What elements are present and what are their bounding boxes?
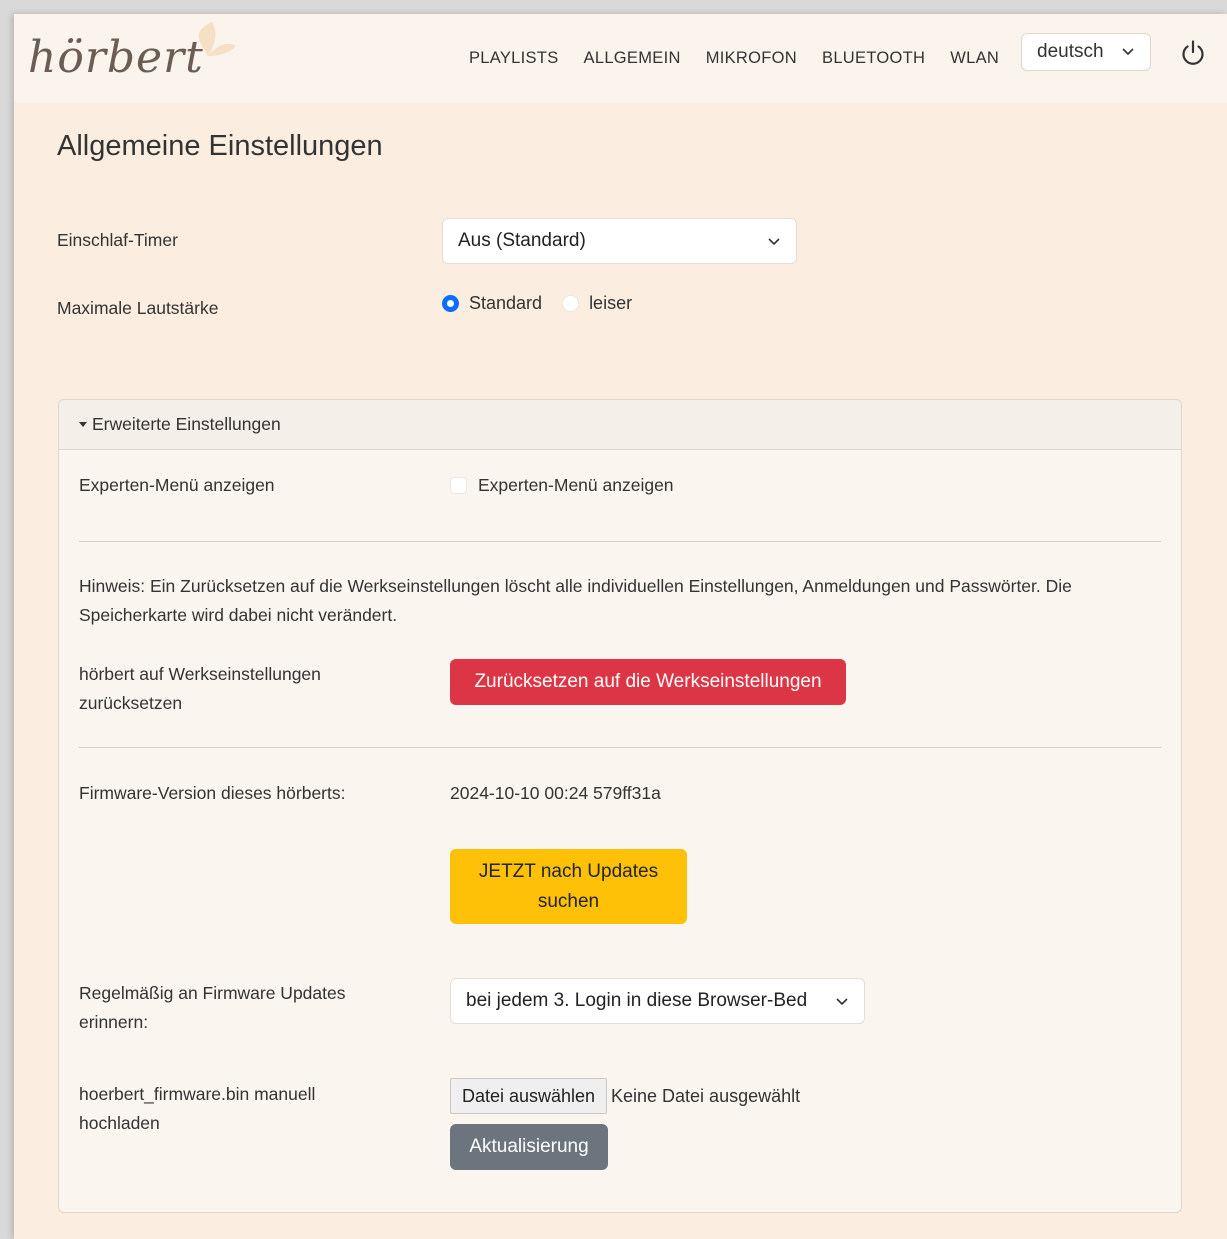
reset-notice: Hinweis: Ein Zurücksetzen auf die Werkse… (79, 576, 1072, 625)
main-nav: PLAYLISTS ALLGEMEIN MIKROFON BLUETOOTH W… (469, 14, 1024, 103)
firmware-version-value: 2024-10-10 00:24 579ff31a (450, 783, 661, 803)
page-title: Allgemeine Einstellungen (57, 130, 383, 162)
hoerbert-logo[interactable]: hörbert (28, 20, 236, 96)
nav-mikrofon[interactable]: MIKROFON (706, 49, 797, 68)
radio-standard[interactable] (442, 294, 459, 312)
language-value: deutsch (1037, 41, 1104, 62)
firmware-update-button[interactable]: Aktualisierung (450, 1124, 608, 1170)
factory-reset-button[interactable]: Zurücksetzen auf die Werkseinstellungen (450, 659, 846, 705)
expert-menu-label: Experten-Menü anzeigen (79, 475, 275, 495)
radio-leiser[interactable] (562, 294, 580, 312)
divider (79, 541, 1161, 542)
chevron-down-icon (836, 998, 848, 1006)
radio-standard-label[interactable]: Standard (469, 293, 542, 314)
power-icon[interactable] (1179, 39, 1207, 67)
manual-upload-label: hoerbert_firmware.bin manuell hochladen (79, 1084, 316, 1133)
max-volume-label: Maximale Lautstärke (57, 298, 219, 318)
nav-playlists[interactable]: PLAYLISTS (469, 49, 559, 68)
firmware-version-label: Firmware-Version dieses hörberts: (79, 783, 346, 803)
sleep-timer-label: Einschlaf-Timer (57, 230, 178, 250)
radio-leiser-label[interactable]: leiser (589, 293, 632, 314)
check-updates-button[interactable]: JETZT nach Updates suchen (450, 849, 687, 924)
divider (79, 747, 1161, 748)
chevron-down-icon (768, 238, 780, 246)
nav-allgemein[interactable]: ALLGEMEIN (584, 49, 681, 68)
update-reminder-label: Regelmäßig an Firmware Updates erinnern: (79, 983, 346, 1032)
file-status-text: Keine Datei ausgewählt (611, 1086, 801, 1106)
butterfly-icon (198, 22, 236, 56)
chevron-down-icon (1122, 48, 1134, 56)
header: hörbert PLAYLISTS ALLGEMEIN MIKROFON BLU… (14, 14, 1227, 103)
update-reminder-select[interactable]: bei jedem 3. Login in diese Browser-Bed (450, 978, 865, 1024)
sleep-timer-value: Aus (Standard) (458, 230, 586, 251)
advanced-settings-toggle[interactable]: Erweiterte Einstellungen (59, 400, 1181, 450)
advanced-settings-panel: Erweiterte Einstellungen Experten-Menü a… (58, 399, 1182, 1213)
expert-menu-checkbox-label[interactable]: Experten-Menü anzeigen (478, 471, 674, 500)
nav-bluetooth[interactable]: BLUETOOTH (822, 49, 925, 68)
app-window: hörbert PLAYLISTS ALLGEMEIN MIKROFON BLU… (14, 14, 1227, 1239)
reset-label: hörbert auf Werkseinstellungen zurückset… (79, 664, 321, 713)
sleep-timer-select[interactable]: Aus (Standard) (442, 218, 797, 264)
language-select[interactable]: deutsch (1021, 33, 1151, 71)
advanced-settings-heading: Erweiterte Einstellungen (92, 414, 281, 434)
max-volume-radio-group: Standard leiser (442, 288, 652, 318)
caret-down-icon (79, 422, 87, 427)
expert-menu-checkbox[interactable] (450, 477, 467, 494)
update-reminder-value: bei jedem 3. Login in diese Browser-Bed (466, 990, 808, 1011)
nav-wlan[interactable]: WLAN (950, 49, 999, 68)
choose-file-button[interactable]: Datei auswählen (450, 1078, 607, 1114)
